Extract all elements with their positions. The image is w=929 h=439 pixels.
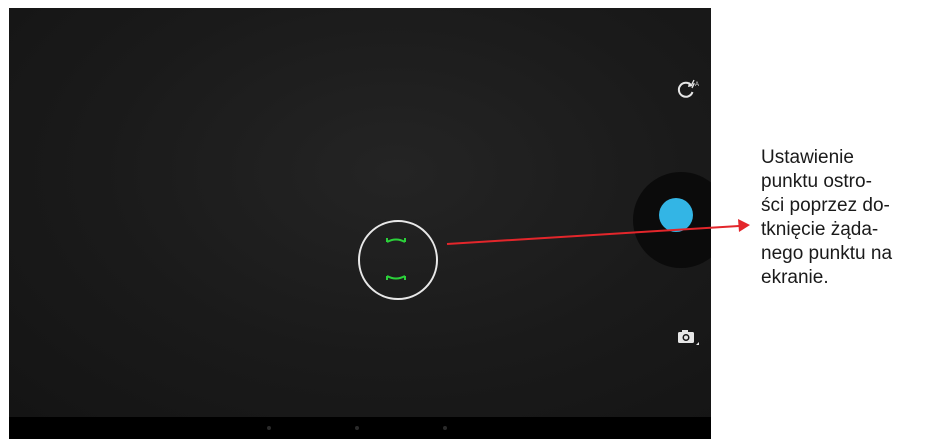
flash-auto-badge: A	[695, 82, 699, 88]
focus-indicator	[358, 220, 438, 300]
focus-bracket-bottom-icon	[386, 275, 406, 280]
nav-back-icon[interactable]	[267, 426, 271, 430]
camera-viewfinder[interactable]	[9, 8, 711, 417]
navigation-bar	[9, 417, 711, 439]
shutter-button[interactable]	[659, 198, 693, 232]
nav-recents-icon[interactable]	[443, 426, 447, 430]
page: A Ustawienie punktu ostro- ści poprzez d…	[0, 0, 929, 439]
tablet-screen: A	[9, 8, 711, 439]
flash-auto-icon[interactable]: A	[675, 78, 699, 102]
nav-home-icon[interactable]	[355, 426, 359, 430]
camera-mode-icon[interactable]	[677, 328, 699, 346]
focus-bracket-top-icon	[386, 238, 406, 243]
annotation-text: Ustawienie punktu ostro- ści poprzez do-…	[761, 147, 893, 288]
